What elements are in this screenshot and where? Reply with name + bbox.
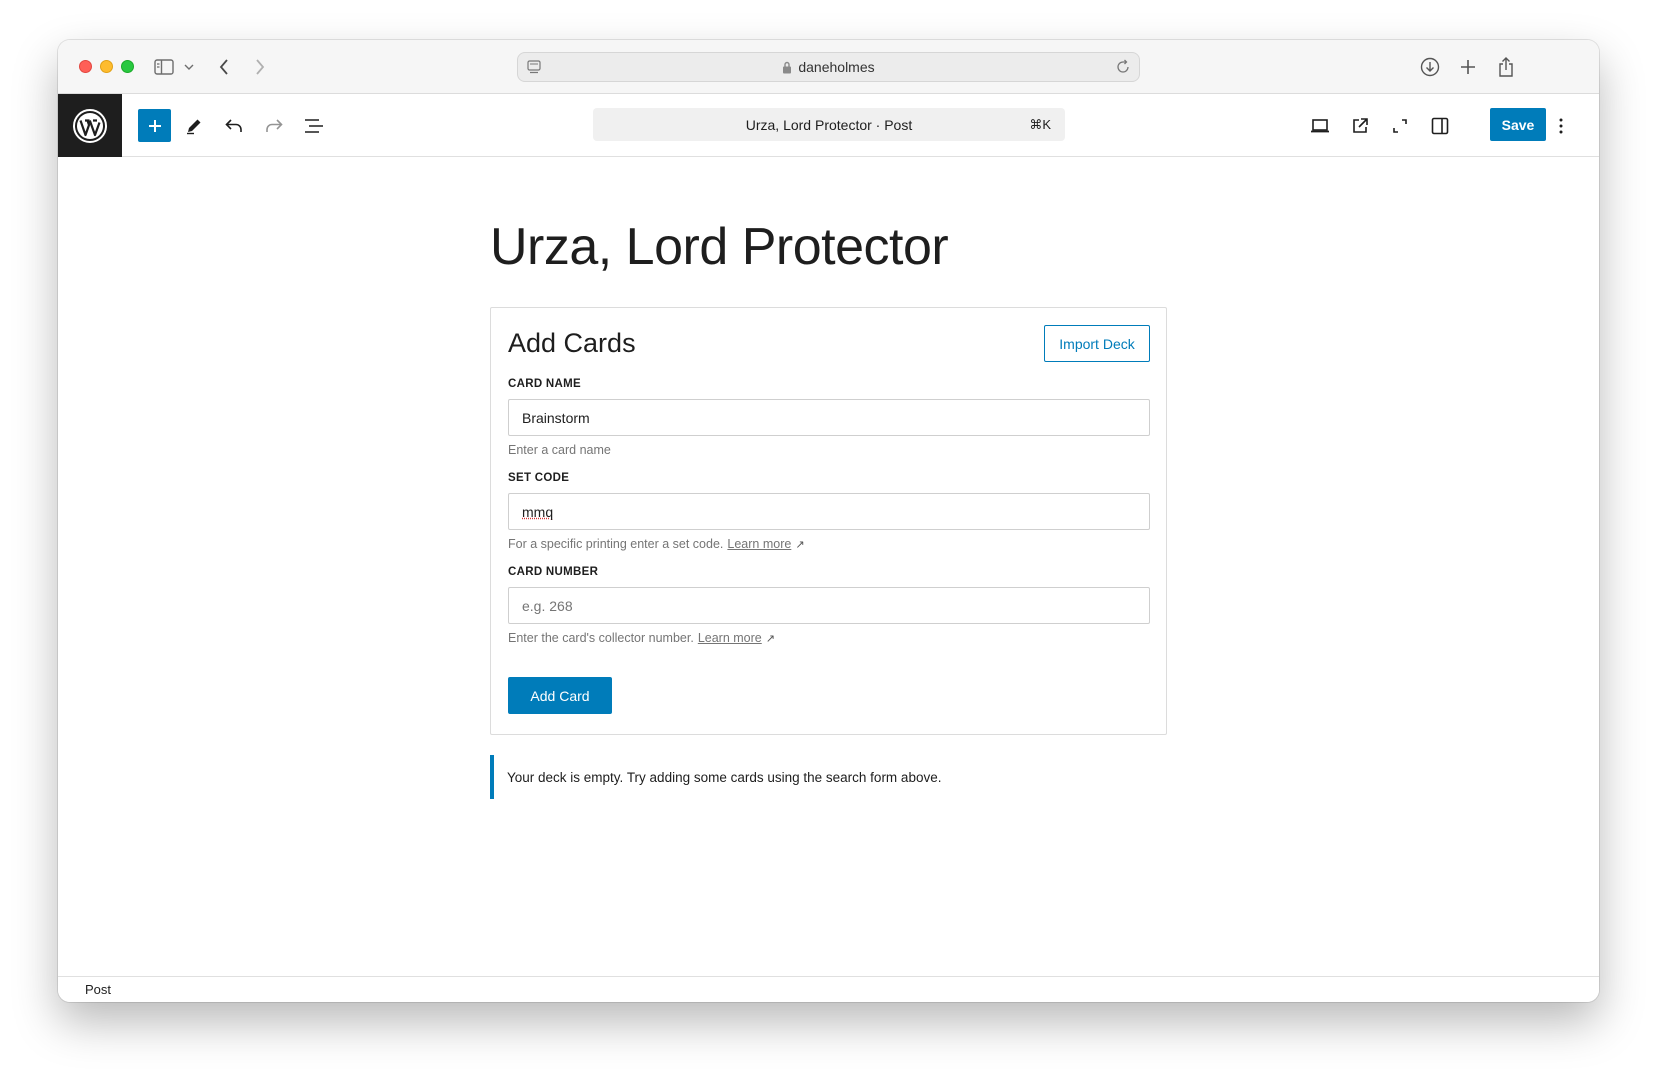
tools-pencil-icon[interactable] [177,109,211,143]
view-post-external-icon[interactable] [1343,109,1377,143]
breadcrumb-post[interactable]: Post [85,982,111,997]
browser-window: daneholmes Urza, Lord Protector · Post ⌘… [58,40,1599,1002]
set-code-learn-more-link[interactable]: Learn more [727,537,791,551]
close-window-button[interactable] [79,60,92,73]
lock-icon [782,61,792,74]
notice-text: Your deck is empty. Try adding some card… [507,769,942,785]
chevron-down-icon[interactable] [182,53,196,81]
share-icon[interactable] [1494,53,1518,81]
block-heading: Add Cards [508,328,636,358]
save-button[interactable]: Save [1490,108,1546,141]
page-menu-icon[interactable] [526,59,542,75]
wordpress-logo-icon[interactable] [58,94,122,157]
device-preview-icon[interactable] [1303,109,1337,143]
forward-icon[interactable] [250,53,270,81]
back-icon[interactable] [214,53,234,81]
new-tab-icon[interactable] [1456,53,1480,81]
import-deck-button[interactable]: Import Deck [1044,325,1150,362]
editor-canvas: Urza, Lord Protector Add Cards Import De… [58,157,1599,976]
address-bar[interactable]: daneholmes [517,52,1140,82]
redo-icon[interactable] [257,109,291,143]
block-breadcrumb: Post [58,976,1599,1002]
card-name-help-text: Enter a card name [508,443,611,457]
card-name-help: Enter a card name [508,443,611,457]
empty-deck-notice: Your deck is empty. Try adding some card… [490,755,1167,799]
card-number-label: CARD NUMBER [508,566,599,578]
set-code-help-text: For a specific printing enter a set code… [508,537,724,551]
set-code-label: SET CODE [508,472,570,484]
command-palette-bar[interactable]: Urza, Lord Protector · Post ⌘K [593,108,1065,141]
fullscreen-icon[interactable] [1383,109,1417,143]
card-name-label: CARD NAME [508,378,581,390]
add-block-button[interactable] [138,109,171,142]
browser-chrome: daneholmes [58,40,1599,94]
card-number-help-text: Enter the card's collector number. [508,631,694,645]
add-card-button[interactable]: Add Card [508,677,612,714]
card-name-input[interactable] [508,399,1150,436]
set-code-help: For a specific printing enter a set code… [508,537,805,551]
reload-icon[interactable] [1115,59,1131,75]
undo-icon[interactable] [217,109,251,143]
downloads-icon[interactable] [1418,53,1442,81]
document-overview-icon[interactable] [297,109,331,143]
zoom-window-button[interactable] [121,60,134,73]
set-code-input[interactable] [508,493,1150,530]
add-cards-block: Add Cards Import Deck CARD NAME Enter a … [490,307,1167,735]
external-link-icon: ↗ [765,632,775,645]
address-text: daneholmes [798,59,875,75]
shortcut-hint: ⌘K [1029,116,1051,132]
card-number-help: Enter the card's collector number. Learn… [508,631,775,645]
settings-sidebar-icon[interactable] [1423,109,1457,143]
card-number-input[interactable] [508,587,1150,624]
minimize-window-button[interactable] [100,60,113,73]
editor-toolbar: Urza, Lord Protector · Post ⌘K Save [58,94,1599,157]
options-more-icon[interactable] [1551,109,1571,143]
card-number-learn-more-link[interactable]: Learn more [698,631,762,645]
post-title[interactable]: Urza, Lord Protector [490,217,949,277]
sidebar-toggle-icon[interactable] [152,53,176,81]
external-link-icon: ↗ [795,538,805,551]
document-title: Urza, Lord Protector · Post [745,116,913,133]
